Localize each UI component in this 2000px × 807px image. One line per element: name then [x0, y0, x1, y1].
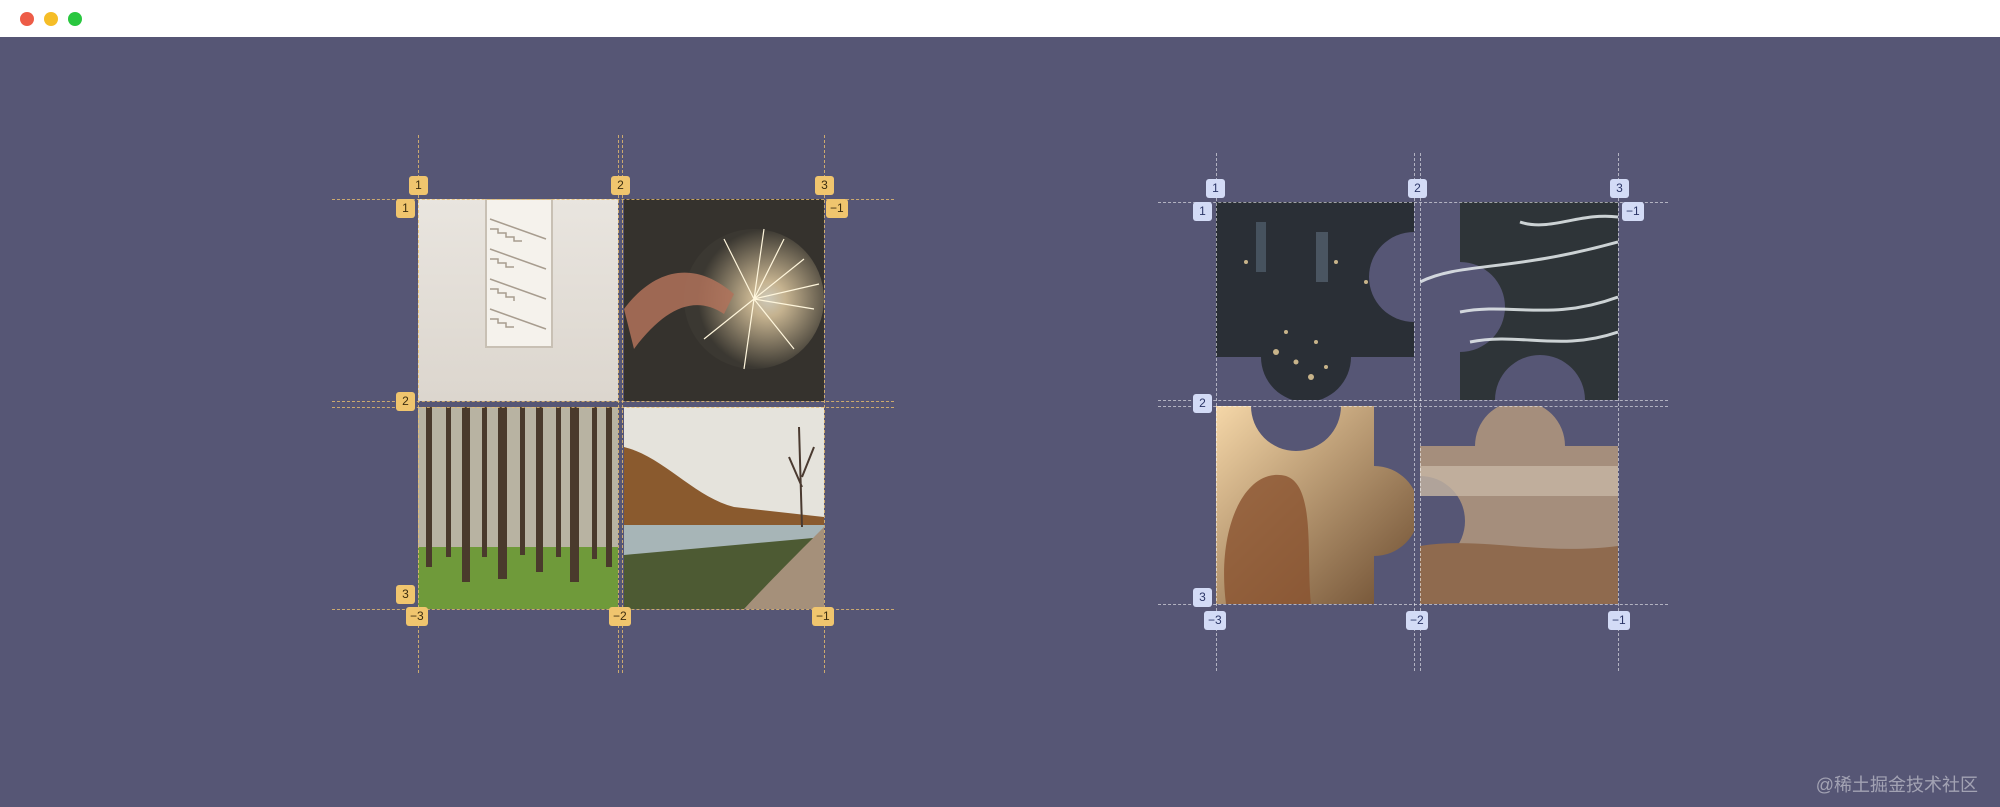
- right-col-line-minus-2: −2: [1406, 611, 1428, 630]
- left-col-line-minus-2: −2: [609, 607, 631, 626]
- right-col-line-minus-1: −1: [1608, 611, 1630, 630]
- left-col-line-2: 2: [611, 176, 630, 195]
- night-city-photo: [1216, 202, 1414, 400]
- left-col-line-1: 1: [409, 176, 428, 195]
- right-tile-ocean: [1420, 202, 1618, 400]
- lake-road-photo: [624, 407, 824, 609]
- left-row-line-1: 1: [396, 199, 415, 218]
- right-col-line-1: 1: [1206, 179, 1225, 198]
- left-col-line-minus-3: −3: [406, 607, 428, 626]
- right-col-line-minus-3: −3: [1204, 611, 1226, 630]
- right-tile-sunlit-hair: [1216, 406, 1414, 604]
- left-tile-lake-road: [624, 407, 824, 609]
- left-tile-staircase: [418, 199, 618, 401]
- minimize-window-button[interactable]: [44, 12, 58, 26]
- close-window-button[interactable]: [20, 12, 34, 26]
- left-row-line-2: 2: [396, 392, 415, 411]
- sunlit-hair-photo: [1216, 406, 1414, 604]
- left-col-line-3: 3: [815, 176, 834, 195]
- right-row-line-1: 1: [1193, 202, 1212, 221]
- left-tile-sparkler: [624, 199, 824, 401]
- left-col-line-minus-1: −1: [812, 607, 834, 626]
- right-row-line-2: 2: [1193, 394, 1212, 413]
- forest-photo: [418, 407, 618, 609]
- right-row-line-3: 3: [1193, 588, 1212, 607]
- left-tile-forest: [418, 407, 618, 609]
- left-row-line-minus-1: −1: [826, 199, 848, 218]
- watermark: @稀土掘金技术社区: [1815, 775, 1978, 795]
- beach-photo: [1420, 406, 1618, 604]
- window-titlebar: [0, 0, 2000, 37]
- right-tile-night-city: [1216, 202, 1414, 400]
- staircase-photo: [418, 199, 618, 401]
- canvas-area: 1 2 3 1 −1 2 3 −3 −2 −1 1 2 3 1 −1 2 3 −…: [0, 37, 2000, 807]
- left-row-line-3: 3: [396, 585, 415, 604]
- right-col-line-3: 3: [1610, 179, 1629, 198]
- right-col-line-2: 2: [1408, 179, 1427, 198]
- zoom-window-button[interactable]: [68, 12, 82, 26]
- sparkler-photo: [624, 199, 824, 401]
- right-row-line-minus-1: −1: [1622, 202, 1644, 221]
- right-tile-beach: [1420, 406, 1618, 604]
- ocean-waves-photo: [1420, 202, 1618, 400]
